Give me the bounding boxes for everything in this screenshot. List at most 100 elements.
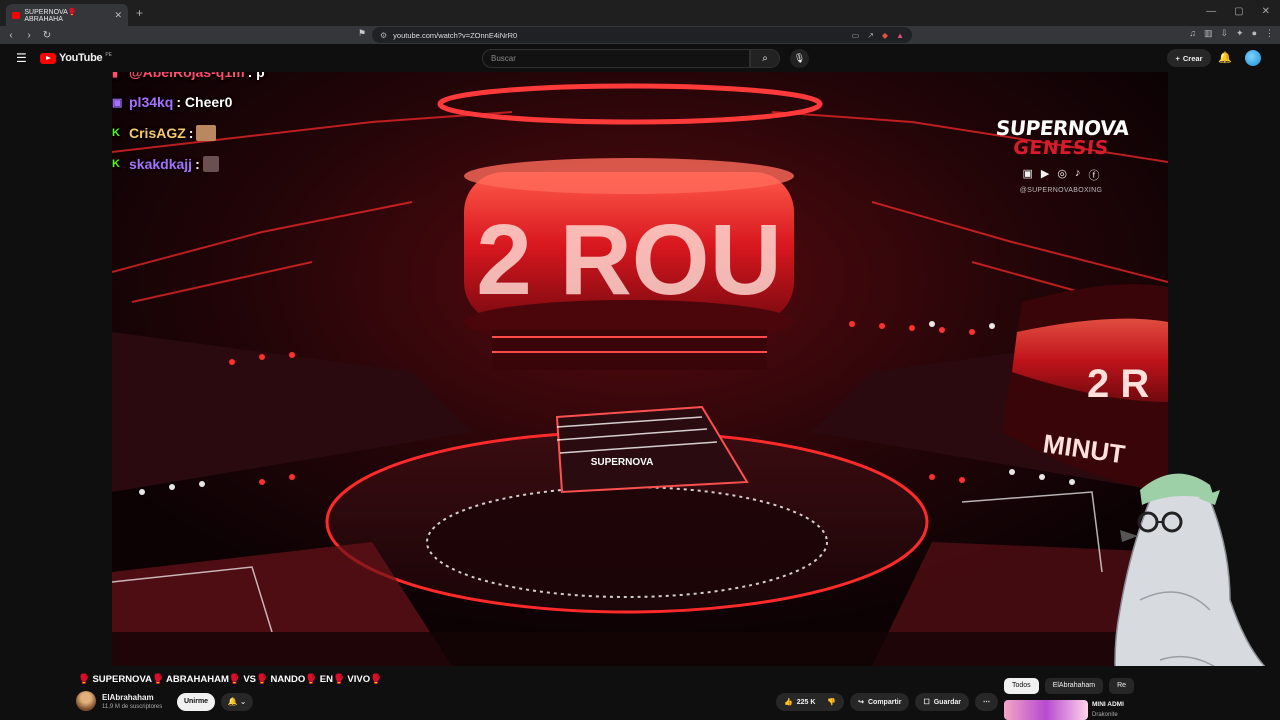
chat-line: ▣ pl34kq : Cheer0	[112, 94, 232, 110]
chat-message: :	[195, 156, 200, 172]
reload-icon[interactable]: ↻	[40, 30, 54, 41]
chat-line: K CrisAGZ :	[112, 125, 217, 141]
share-page-icon[interactable]: ↗	[867, 31, 874, 40]
chevron-down-icon: ⌄	[239, 697, 247, 706]
forward-icon[interactable]: ›	[22, 30, 36, 41]
chip-channel[interactable]: ElAbrahaham	[1044, 678, 1104, 694]
browser-tab[interactable]: SUPERNOVA🥊 ABRAHAHA ✕	[6, 4, 128, 26]
chip-related[interactable]: Re	[1109, 678, 1135, 694]
share-icon: ↪	[858, 699, 864, 706]
browser-navbar: ‹ › ↻ ⚑ ⚙ youtube.com/watch?v=ZOnnE4iNrR…	[0, 26, 1280, 44]
channel-name[interactable]: ElAbrahaham	[102, 693, 154, 702]
jumbotron-text: 2 ROU	[476, 204, 782, 316]
notifications-bell-icon[interactable]: 🔔	[1218, 51, 1232, 64]
brand-handle: @SUPERNOVABOXING	[1019, 187, 1103, 194]
plus-icon: +	[1175, 53, 1180, 63]
address-bar[interactable]: ⚙ youtube.com/watch?v=ZOnnE4iNrR0 ▭ ↗ ◆ …	[372, 27, 912, 43]
window-controls: — ▢ ✕	[1206, 6, 1270, 17]
bookmark-icon[interactable]: ⚑	[358, 28, 366, 39]
menu-dots-icon[interactable]: ⋮	[1265, 28, 1274, 39]
supernova-brand-overlay: SUPERNOVA GENESIS ▣ ▶ ◎ ♪ ⓕ @SUPERNOVABO…	[995, 116, 1130, 194]
create-button[interactable]: + Crear	[1167, 49, 1211, 67]
recommended-video-title[interactable]: MINI ADMI	[1092, 701, 1124, 708]
kick-badge-icon: K	[112, 158, 120, 170]
youtube-logo[interactable]: YouTube PE	[40, 52, 112, 64]
chat-message: : p	[247, 72, 265, 80]
twitch-badge-icon: ▣	[112, 96, 123, 109]
extension-triangle-icon[interactable]: ▲	[896, 31, 904, 40]
maximize-icon[interactable]: ▢	[1234, 6, 1243, 17]
extension-toolbar: ♫ ▥ ⇩ ✦ ● ⋮	[1189, 28, 1274, 39]
search-button[interactable]: ⌕	[750, 49, 780, 68]
puzzle-icon[interactable]: ✦	[1236, 28, 1244, 39]
youtube-icon: ▶	[1040, 168, 1050, 180]
extension-shield-icon[interactable]: ◆	[882, 31, 888, 40]
related-chips: Todos ElAbrahaham Re	[1004, 678, 1135, 694]
close-window-icon[interactable]: ✕	[1262, 6, 1270, 17]
more-actions-button[interactable]: ⋯	[974, 693, 998, 711]
like-count: 225 K	[796, 698, 816, 706]
kick-badge-icon: K	[112, 127, 120, 139]
subscriber-count: 11,9 M de suscriptores	[102, 704, 163, 710]
notification-settings-button[interactable]: 🔔 ⌄	[221, 693, 253, 711]
emote-icon	[202, 156, 219, 172]
cast-icon[interactable]: ▭	[852, 31, 860, 40]
create-label: Crear	[1182, 53, 1203, 63]
bell-icon: 🔔	[227, 697, 238, 706]
profile-icon[interactable]: ●	[1252, 28, 1257, 39]
video-actions: 👍 225 K 👎 ↪ Compartir ☐ Guardar ⋯	[776, 693, 998, 711]
emote-icon	[196, 125, 217, 141]
save-icon: ☐	[923, 699, 930, 706]
facebook-icon: ⓕ	[1088, 170, 1100, 182]
back-icon[interactable]: ‹	[4, 30, 18, 41]
share-label: Compartir	[868, 698, 902, 706]
chat-user: @AbelRojas-q1m	[129, 72, 245, 80]
new-tab-icon[interactable]: +	[136, 6, 143, 20]
save-label: Guardar	[933, 698, 961, 706]
chip-todos[interactable]: Todos	[1004, 678, 1039, 694]
youtube-favicon-icon	[12, 11, 21, 19]
search-input[interactable]: Buscar	[482, 49, 750, 68]
account-avatar[interactable]	[1245, 50, 1261, 66]
chat-user: CrisAGZ	[129, 125, 186, 141]
twitch-icon: ▣	[1022, 168, 1033, 180]
extensions-icon[interactable]: ♫	[1189, 28, 1196, 39]
social-icons: ▣ ▶ ◎ ♪ ⓕ	[996, 167, 1126, 183]
url-text: youtube.com/watch?v=ZOnnE4iNrR0	[393, 30, 518, 40]
close-tab-icon[interactable]: ✕	[114, 10, 122, 21]
instagram-icon: ◎	[1057, 168, 1067, 180]
downloads-icon[interactable]: ⇩	[1220, 28, 1228, 39]
video-title: 🥊 SUPERNOVA🥊 ABRAHAHAM🥊 VS🥊 NANDO🥊 EN🥊 V…	[78, 674, 382, 685]
country-code: PE	[105, 52, 112, 58]
like-button[interactable]: 👍 225 K 👎	[776, 693, 845, 711]
chat-message: :	[188, 125, 194, 141]
minimize-icon[interactable]: —	[1206, 6, 1216, 17]
youtube-header: ☰ YouTube PE Buscar ⌕ 🎙 + Crear 🔔	[0, 44, 1280, 72]
tiktok-icon: ♪	[1074, 167, 1081, 179]
chat-user: skakdkajj	[129, 156, 193, 172]
save-button[interactable]: ☐ Guardar	[915, 693, 969, 711]
more-dots-icon: ⋯	[982, 699, 990, 706]
video-player[interactable]: 2 ROU 2 R MINUT SUPERNOVA ▮ @AbelRojas-q…	[112, 72, 1168, 666]
join-button[interactable]: Unirme	[177, 693, 215, 711]
video-info-section: 🥊 SUPERNOVA🥊 ABRAHAHAM🥊 VS🥊 NANDO🥊 EN🥊 V…	[0, 666, 1280, 720]
site-info-icon[interactable]: ⚙	[380, 31, 387, 40]
channel-avatar[interactable]	[76, 691, 96, 711]
chat-message: : Cheer0	[176, 94, 233, 110]
sidebar-icon[interactable]: ▥	[1204, 28, 1213, 39]
side-screen-text: 2 R	[1087, 362, 1149, 406]
thumbs-up-icon: 👍	[784, 699, 793, 706]
voice-search-button[interactable]: 🎙	[790, 49, 809, 68]
recommended-video-channel: Drakonite	[1092, 712, 1118, 718]
thumbs-down-icon[interactable]: 👎	[827, 698, 836, 706]
brand-subtitle: GENESIS	[1012, 137, 1110, 159]
share-button[interactable]: ↪ Compartir	[850, 693, 910, 711]
tab-title: SUPERNOVA🥊 ABRAHAHA	[24, 8, 77, 23]
chat-user: pl34kq	[129, 94, 174, 110]
chat-line: K skakdkajj :	[112, 156, 219, 172]
microphone-icon: 🎙	[793, 53, 806, 63]
hamburger-menu-icon[interactable]: ☰	[16, 51, 28, 65]
chat-line: ▮ @AbelRojas-q1m : p	[112, 72, 265, 80]
recommended-video-thumbnail[interactable]	[1004, 700, 1088, 720]
search-icon: ⌕	[762, 53, 768, 64]
